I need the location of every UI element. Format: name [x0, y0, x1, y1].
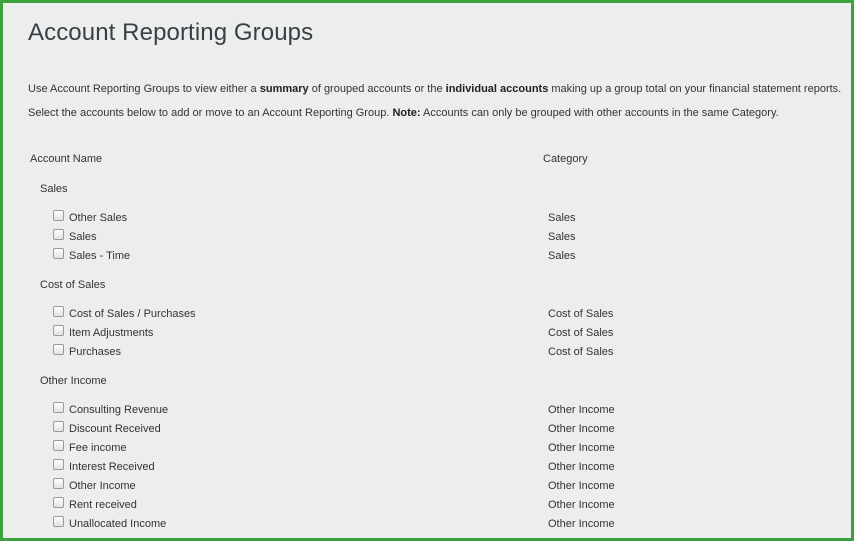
account-name: Other Income: [69, 480, 136, 492]
account-checkbox[interactable]: [53, 459, 64, 470]
account-checkbox[interactable]: [53, 440, 64, 451]
intro-1-text-c: of grouped accounts or the: [308, 83, 446, 95]
intro-1-text-a: Use Account Reporting Groups to view eit…: [28, 83, 260, 95]
account-category: Cost of Sales: [548, 327, 614, 339]
account-checkbox[interactable]: [53, 306, 64, 317]
account-category: Sales: [548, 250, 576, 262]
account-category: Cost of Sales: [548, 308, 614, 320]
intro-2-note: Note:: [392, 107, 421, 119]
account-checkbox[interactable]: [53, 344, 64, 355]
intro-paragraph-2: Select the accounts below to add or move…: [28, 107, 779, 119]
account-row: Consulting Revenue Other Income: [3, 402, 851, 418]
group-header: Sales: [40, 183, 68, 195]
account-row: Purchases Cost of Sales: [3, 344, 851, 360]
account-checkbox[interactable]: [53, 248, 64, 259]
account-category: Cost of Sales: [548, 346, 614, 358]
intro-1-summary: summary: [259, 83, 309, 95]
account-checkbox[interactable]: [53, 325, 64, 336]
account-row: Cost of Sales / Purchases Cost of Sales: [3, 306, 851, 322]
page-frame: Account Reporting Groups Use Account Rep…: [0, 0, 854, 541]
account-row: Sales Sales: [3, 229, 851, 245]
account-category: Other Income: [548, 480, 615, 492]
account-row: Unallocated Income Other Income: [3, 516, 851, 532]
account-checkbox[interactable]: [53, 402, 64, 413]
account-category: Other Income: [548, 423, 615, 435]
account-name: Sales - Time: [69, 250, 131, 262]
account-name: Consulting Revenue: [69, 404, 169, 416]
account-category: Other Income: [548, 461, 615, 473]
account-checkbox[interactable]: [53, 497, 64, 508]
account-row: Sales - Time Sales: [3, 248, 851, 264]
account-row: Interest Received Other Income: [3, 459, 851, 475]
account-row: Item Adjustments Cost of Sales: [3, 325, 851, 341]
account-name: Other Sales: [69, 212, 128, 224]
account-row: Fee income Other Income: [3, 440, 851, 456]
account-category: Other Income: [548, 518, 615, 530]
account-row: Rent received Other Income: [3, 497, 851, 513]
column-header-category[interactable]: Category: [543, 153, 588, 165]
account-checkbox[interactable]: [53, 421, 64, 432]
account-name: Purchases: [69, 346, 121, 358]
account-name: Fee income: [69, 442, 127, 454]
account-checkbox[interactable]: [53, 516, 64, 527]
account-name: Cost of Sales / Purchases: [69, 308, 196, 320]
account-checkbox[interactable]: [53, 229, 64, 240]
account-name: Unallocated Income: [69, 518, 167, 530]
intro-2-text-a: Select the accounts below to add or move…: [28, 107, 393, 119]
group-header: Other Income: [40, 375, 107, 387]
intro-1-text-e: making up a group total on your financia…: [548, 83, 842, 95]
account-name: Rent received: [69, 499, 137, 511]
account-category: Other Income: [548, 499, 615, 511]
intro-paragraph-1: Use Account Reporting Groups to view eit…: [28, 83, 841, 95]
account-name: Interest Received: [69, 461, 155, 473]
account-row: Other Income Other Income: [3, 478, 851, 494]
account-checkbox[interactable]: [53, 478, 64, 489]
page-title: Account Reporting Groups: [28, 19, 314, 46]
account-row: Discount Received Other Income: [3, 421, 851, 437]
group-header: Cost of Sales: [40, 279, 106, 291]
account-row: Other Sales Sales: [3, 210, 851, 226]
account-name: Sales: [69, 231, 97, 243]
account-category: Other Income: [548, 404, 615, 416]
account-name: Discount Received: [69, 423, 161, 435]
intro-2-text-c: Accounts can only be grouped with other …: [420, 107, 779, 119]
account-category: Sales: [548, 231, 576, 243]
account-category: Other Income: [548, 442, 615, 454]
intro-1-individual-accounts: individual accounts: [445, 83, 549, 95]
account-name: Item Adjustments: [69, 327, 154, 339]
account-category: Sales: [548, 212, 576, 224]
account-checkbox[interactable]: [53, 210, 64, 221]
column-header-account-name[interactable]: Account Name: [30, 153, 102, 165]
